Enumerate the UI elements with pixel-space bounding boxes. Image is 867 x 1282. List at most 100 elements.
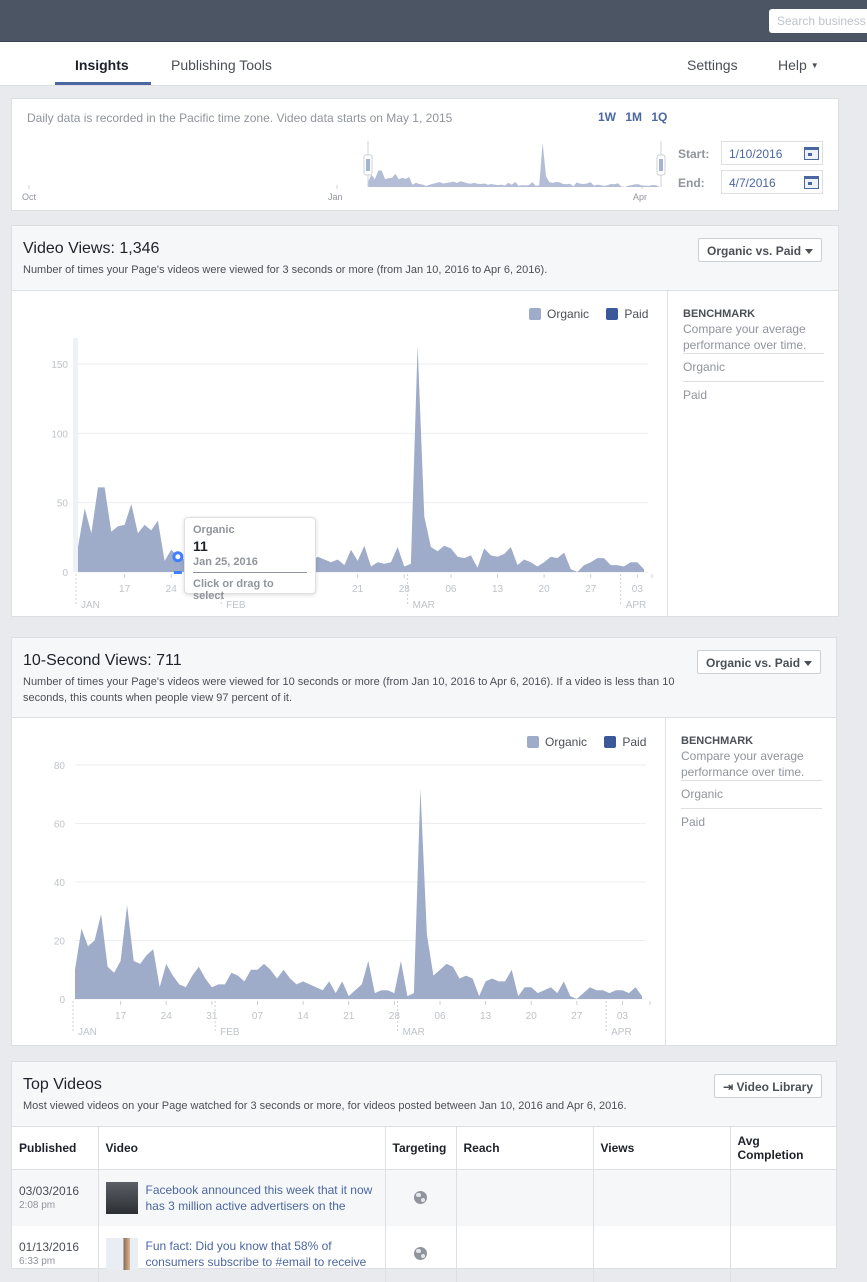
tooltip-value: 11 (193, 538, 208, 554)
avg-completion-cell (730, 1169, 836, 1226)
video-library-button[interactable]: ⇥ Video Library (714, 1074, 822, 1098)
page-nav: Insights Publishing Tools Settings Help … (0, 42, 867, 86)
col-targeting[interactable]: Targeting (385, 1126, 457, 1170)
col-video[interactable]: Video (98, 1126, 386, 1170)
range-overview-chart[interactable]: Oct Jan Apr (12, 99, 672, 212)
x-tick-label: 31 (206, 1011, 218, 1022)
views-cell (593, 1169, 731, 1226)
calendar-icon[interactable] (804, 176, 819, 189)
end-date-input[interactable]: 4/7/2016 (721, 170, 823, 194)
video-thumbnail[interactable] (105, 1181, 138, 1214)
y-tick-label: 80 (54, 761, 66, 772)
month-label: MAR (413, 600, 435, 611)
globe-icon (414, 1191, 427, 1205)
x-tick-label: 20 (526, 1011, 538, 1022)
benchmark-title: BENCHMARK (683, 308, 756, 320)
reach-cell (456, 1225, 594, 1282)
month-label: FEB (220, 1027, 240, 1038)
ten-second-views-card: 10-Second Views: 711 Number of times you… (11, 637, 837, 1046)
caret-down-icon (804, 661, 813, 667)
col-reach[interactable]: Reach (456, 1126, 594, 1170)
help-label: Help (778, 57, 807, 73)
top-videos-description: Most viewed videos on your Page watched … (23, 1100, 627, 1112)
top-videos-card: Top Videos Most viewed videos on your Pa… (11, 1061, 837, 1282)
tab-insights[interactable]: Insights (75, 57, 129, 73)
x-tick-label: 27 (585, 584, 597, 595)
ten-second-views-chart[interactable]: 0 20 40 60 80 17 24 31 07 14 21 28 06 13 20 27 03 JAN FEB M… (12, 718, 666, 1046)
help-menu[interactable]: Help ▼ (778, 57, 819, 73)
y-tick-label: 0 (59, 995, 65, 1006)
views-cell (593, 1225, 731, 1282)
month-label: APR (626, 600, 647, 611)
start-date-value: 1/10/2016 (729, 147, 783, 161)
range-end-handle[interactable] (656, 154, 666, 176)
benchmark-description: Compare your average performance over ti… (681, 749, 805, 779)
targeting-cell (385, 1225, 457, 1282)
calendar-icon[interactable] (804, 147, 819, 160)
organic-vs-paid-dropdown[interactable]: Organic vs. Paid (697, 650, 822, 674)
x-tick-label: 13 (492, 584, 504, 595)
col-views[interactable]: Views (593, 1126, 731, 1170)
x-tick-label: 20 (539, 584, 551, 595)
video-title-link[interactable]: Fun fact: Did you know that 58% of consu… (146, 1238, 378, 1270)
overview-area (368, 142, 659, 187)
y-tick-label: 150 (51, 360, 68, 371)
end-label: End: (678, 176, 705, 190)
y-tick-label: 60 (54, 820, 66, 831)
axis-label-jan: Jan (328, 192, 343, 202)
axis-label-oct: Oct (22, 192, 37, 202)
col-published[interactable]: Published (12, 1126, 99, 1170)
organic-vs-paid-dropdown[interactable]: Organic vs. Paid (698, 238, 823, 262)
end-date-value: 4/7/2016 (729, 176, 776, 190)
table-row[interactable]: 01/13/2016 6:33 pm Fun fact: Did you know… (12, 1225, 836, 1282)
benchmark-organic[interactable]: Organic (681, 780, 822, 808)
col-avg-completion[interactable]: Avg Completion (730, 1126, 836, 1170)
settings-link[interactable]: Settings (687, 57, 738, 73)
video-cell: Fun fact: Did you know that 58% of consu… (98, 1225, 386, 1282)
month-label: JAN (81, 600, 100, 611)
tab-publishing-tools[interactable]: Publishing Tools (171, 57, 272, 73)
date-range-panel: Daily data is recorded in the Pacific ti… (11, 98, 839, 211)
benchmark-paid[interactable]: Paid (681, 808, 822, 836)
x-tick-label: 21 (343, 1011, 355, 1022)
start-label: Start: (678, 147, 710, 161)
x-tick-label: 07 (252, 1011, 264, 1022)
chart-tooltip: Organic 11 Jan 25, 2016 Click or drag to… (184, 517, 316, 602)
video-title-link[interactable]: Facebook announced this week that it now… (146, 1182, 378, 1214)
video-views-card: Video Views: 1,346 Number of times your … (11, 225, 839, 617)
y-tick-label: 40 (54, 878, 66, 889)
x-tick-label: 17 (119, 584, 131, 595)
video-thumbnail[interactable] (105, 1237, 138, 1270)
range-start-handle[interactable] (363, 154, 373, 176)
video-views-chart[interactable]: 050100150172431071421280613202703JANFEBM… (12, 291, 668, 617)
active-tab-indicator (55, 82, 151, 85)
avg-completion-cell (730, 1226, 836, 1282)
ten-second-views-title: 10-Second Views: 711 (23, 652, 182, 669)
video-library-label: Video Library (736, 1080, 813, 1094)
benchmark-panel: BENCHMARK Compare your average performan… (667, 291, 839, 617)
x-tick-label: 06 (445, 584, 457, 595)
x-tick-label: 24 (161, 1011, 173, 1022)
benchmark-title: BENCHMARK (681, 735, 754, 747)
enter-icon: ⇥ (723, 1080, 734, 1094)
top-bar: Search business (0, 0, 867, 42)
hover-bar (173, 571, 182, 574)
y-tick-label: 20 (54, 937, 66, 948)
x-tick-label: 14 (298, 1011, 310, 1022)
x-tick-label: 24 (166, 584, 178, 595)
benchmark-organic[interactable]: Organic (683, 353, 824, 381)
ten-second-views-description: Number of times your Page's videos were … (23, 676, 675, 704)
dropdown-label: Organic vs. Paid (706, 656, 801, 670)
table-row[interactable]: 03/03/2016 2:08 pm Facebook announced thi… (12, 1169, 836, 1226)
targeting-cell (385, 1169, 457, 1226)
month-label: JAN (78, 1027, 97, 1038)
axis-label-apr: Apr (633, 192, 647, 202)
search-business-input[interactable]: Search business (769, 9, 867, 33)
video-views-title: Video Views: 1,346 (23, 240, 160, 257)
benchmark-paid[interactable]: Paid (683, 381, 824, 409)
start-date-input[interactable]: 1/10/2016 (721, 141, 823, 165)
x-tick-label: 17 (115, 1011, 127, 1022)
published-time: 6:33 pm (19, 1256, 56, 1267)
caret-down-icon: ▼ (810, 61, 819, 70)
video-cell: Facebook announced this week that it now… (98, 1169, 386, 1226)
